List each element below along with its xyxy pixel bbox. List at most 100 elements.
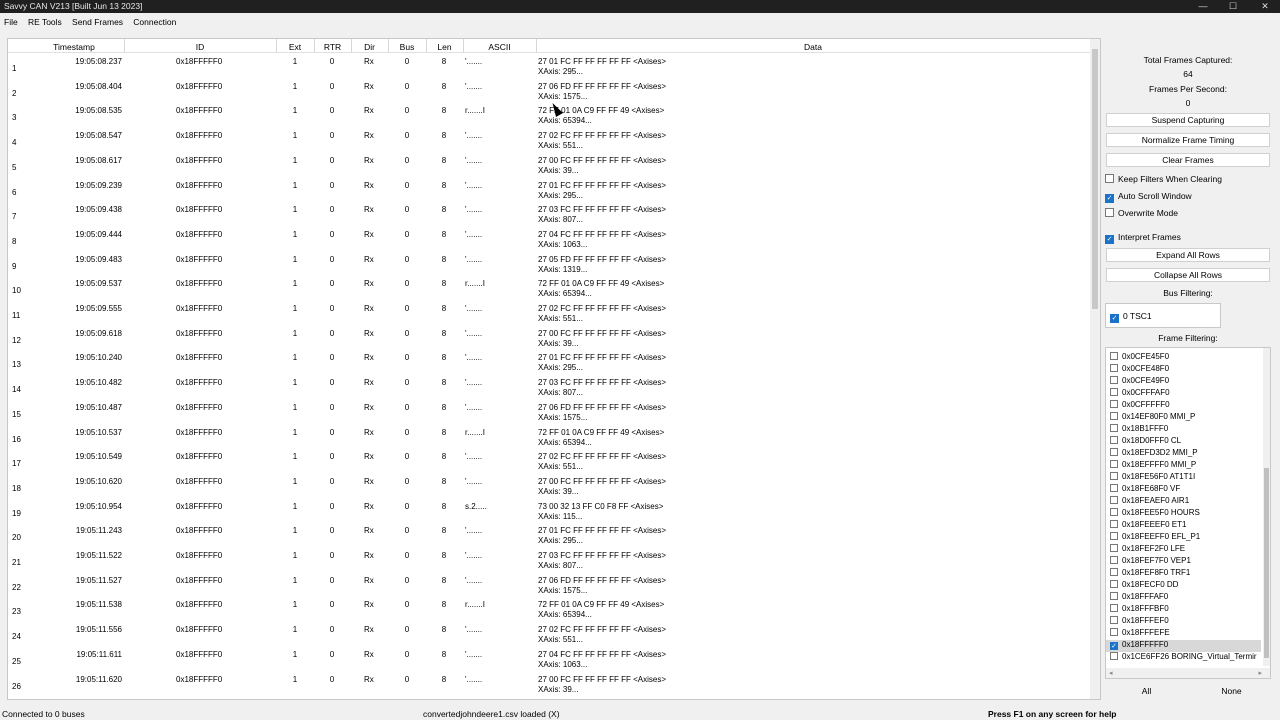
overwrite-mode-checkbox[interactable]: Overwrite Mode	[1105, 208, 1178, 218]
table-row[interactable]: 12 19:05:09.618 0x18FFFFF0 1 0 Rx 0 8 '....... 27…	[8, 325, 1090, 350]
table-row[interactable]: 18 19:05:10.620 0x18FFFFF0 1 0 Rx 0 8 '....... 27…	[8, 473, 1090, 498]
frame-filter-item[interactable]: 0x18FFFEF0	[1110, 616, 1260, 628]
col-timestamp[interactable]: Timestamp	[24, 42, 124, 52]
checkbox-box[interactable]	[1110, 628, 1118, 636]
table-row[interactable]: 19:05:12.242 0x18FFFFF0 1 0 Rx 0 8 '....... 27 0…	[8, 695, 1090, 699]
frame-filter-item[interactable]: 0x0CFE45F0	[1110, 352, 1260, 364]
col-ext[interactable]: Ext	[276, 42, 314, 52]
table-row[interactable]: 20 19:05:11.243 0x18FFFFF0 1 0 Rx 0 8 '....... 27…	[8, 522, 1090, 547]
col-len[interactable]: Len	[426, 42, 463, 52]
frame-filter-item[interactable]: 0x18EFD3D2 MMI_P	[1110, 448, 1260, 460]
frame-filter-item[interactable]: 0x14EF80F0 MMI_P	[1110, 412, 1260, 424]
table-row[interactable]: 2 19:05:08.404 0x18FFFFF0 1 0 Rx 0 8 '....... 27 …	[8, 78, 1090, 103]
table-row[interactable]: 24 19:05:11.556 0x18FFFFF0 1 0 Rx 0 8 '....... 27…	[8, 621, 1090, 646]
table-row[interactable]: 7 19:05:09.438 0x18FFFFF0 1 0 Rx 0 8 '....... 27 …	[8, 201, 1090, 226]
checkbox-box[interactable]	[1105, 208, 1114, 217]
frame-filter-item[interactable]: 0x18FEF2F0 LFE	[1110, 544, 1260, 556]
checkbox-box[interactable]: ✓	[1105, 235, 1114, 244]
frame-filter-item[interactable]: 0x0CFFFFF0	[1110, 400, 1260, 412]
col-rtr[interactable]: RTR	[314, 42, 351, 52]
menu-re-tools[interactable]: RE Tools	[24, 14, 66, 27]
checkbox-box[interactable]	[1110, 508, 1118, 516]
table-row[interactable]: 16 19:05:10.537 0x18FFFFF0 1 0 Rx 0 8 r.......I 7…	[8, 424, 1090, 449]
keep-filters-checkbox[interactable]: Keep Filters When Clearing	[1105, 174, 1222, 184]
checkbox-box[interactable]	[1110, 400, 1118, 408]
checkbox-box[interactable]	[1110, 376, 1118, 384]
menu-file[interactable]: File	[0, 14, 22, 27]
checkbox-box[interactable]	[1110, 604, 1118, 612]
table-row[interactable]: 21 19:05:11.522 0x18FFFFF0 1 0 Rx 0 8 '....... 27…	[8, 547, 1090, 572]
menu-send-frames[interactable]: Send Frames	[68, 14, 127, 27]
table-row[interactable]: 22 19:05:11.527 0x18FFFFF0 1 0 Rx 0 8 '....... 27…	[8, 572, 1090, 597]
table-row[interactable]: 23 19:05:11.538 0x18FFFFF0 1 0 Rx 0 8 r.......I 7…	[8, 596, 1090, 621]
checkbox-box[interactable]	[1110, 592, 1118, 600]
checkbox-box[interactable]	[1110, 352, 1118, 360]
frame-filter-item[interactable]: 0x18D0FFF0 CL	[1110, 436, 1260, 448]
close-button[interactable]: ✕	[1250, 0, 1280, 13]
frames-table[interactable]: Timestamp ID Ext RTR Dir Bus Len ASCII D…	[7, 38, 1101, 700]
checkbox-box[interactable]	[1110, 424, 1118, 432]
filter-all-button[interactable]: All	[1104, 686, 1189, 696]
frame-filter-item[interactable]: 0x18FFFBF0	[1110, 604, 1260, 616]
frame-filter-vertical-scrollbar[interactable]	[1263, 348, 1270, 666]
frame-filter-list[interactable]: ◂ ▸ 0x0CFE45F0 0x0CFE48F0 0x0CFE49F0 0x0CFF…	[1105, 347, 1271, 679]
checkbox-box[interactable]	[1110, 580, 1118, 588]
col-ascii[interactable]: ASCII	[463, 42, 536, 52]
checkbox-box[interactable]	[1110, 484, 1118, 492]
col-id[interactable]: ID	[124, 42, 276, 52]
table-row[interactable]: 10 19:05:09.537 0x18FFFFF0 1 0 Rx 0 8 r.......I 7…	[8, 275, 1090, 300]
frame-filter-item[interactable]: 0x18B1FFF0	[1110, 424, 1260, 436]
table-row[interactable]: 9 19:05:09.483 0x18FFFFF0 1 0 Rx 0 8 '....... 27 …	[8, 251, 1090, 276]
table-row[interactable]: 8 19:05:09.444 0x18FFFFF0 1 0 Rx 0 8 '....... 27 …	[8, 226, 1090, 251]
minimize-button[interactable]: —	[1188, 0, 1218, 13]
scrollbar-thumb[interactable]	[1092, 49, 1098, 309]
frame-filter-item[interactable]: 0x18FFFAF0	[1110, 592, 1260, 604]
maximize-button[interactable]: ☐	[1218, 0, 1248, 13]
table-row[interactable]: 19 19:05:10.954 0x18FFFFF0 1 0 Rx 0 8 s.2..... 73…	[8, 498, 1090, 523]
checkbox-box[interactable]	[1110, 364, 1118, 372]
checkbox-box[interactable]	[1110, 448, 1118, 456]
checkbox-box[interactable]: ✓	[1105, 194, 1114, 203]
checkbox-box[interactable]	[1110, 472, 1118, 480]
frame-filter-item[interactable]: 0x18FEEEF0 ET1	[1110, 520, 1260, 532]
auto-scroll-checkbox[interactable]: ✓ Auto Scroll Window	[1105, 191, 1192, 203]
frame-filter-horizontal-scrollbar[interactable]: ◂ ▸	[1106, 668, 1270, 678]
checkbox-box[interactable]	[1110, 460, 1118, 468]
checkbox-box[interactable]	[1105, 174, 1114, 183]
table-row[interactable]: 5 19:05:08.617 0x18FFFFF0 1 0 Rx 0 8 '....... 27 …	[8, 152, 1090, 177]
frame-filter-item[interactable]: 0x18FEAEF0 AIR1	[1110, 496, 1260, 508]
expand-all-rows-button[interactable]: Expand All Rows	[1106, 248, 1270, 262]
frame-filter-item[interactable]: ✓ 0x18FFFFF0	[1106, 640, 1261, 652]
frame-filter-item[interactable]: 0x18FE68F0 VF	[1110, 484, 1260, 496]
checkbox-box[interactable]	[1110, 520, 1118, 528]
frame-filter-item[interactable]: 0x18EFFFF0 MMI_P	[1110, 460, 1260, 472]
checkbox-box[interactable]	[1110, 412, 1118, 420]
table-row[interactable]: 4 19:05:08.547 0x18FFFFF0 1 0 Rx 0 8 '....... 27 …	[8, 127, 1090, 152]
col-bus[interactable]: Bus	[388, 42, 426, 52]
checkbox-box[interactable]	[1110, 652, 1118, 660]
frame-filter-item[interactable]: 0x18FEE5F0 HOURS	[1110, 508, 1260, 520]
checkbox-box[interactable]	[1110, 568, 1118, 576]
checkbox-box[interactable]: ✓	[1110, 314, 1119, 323]
interpret-frames-checkbox[interactable]: ✓ Interpret Frames	[1105, 232, 1181, 244]
frame-filter-item[interactable]: 0x18FFFEFE	[1110, 628, 1260, 640]
table-row[interactable]: 13 19:05:10.240 0x18FFFFF0 1 0 Rx 0 8 '....... 27…	[8, 349, 1090, 374]
scrollbar-thumb[interactable]	[1264, 468, 1269, 658]
suspend-capturing-button[interactable]: Suspend Capturing	[1106, 113, 1270, 127]
frame-filter-item[interactable]: 0x0CFE48F0	[1110, 364, 1260, 376]
table-row[interactable]: 1 19:05:08.237 0x18FFFFF0 1 0 Rx 0 8 '....... 27 …	[8, 53, 1090, 78]
frame-filter-item[interactable]: 0x18FEEFF0 EFL_P1	[1110, 532, 1260, 544]
col-data[interactable]: Data	[536, 42, 1090, 52]
table-row[interactable]: 11 19:05:09.555 0x18FFFFF0 1 0 Rx 0 8 '....... 27…	[8, 300, 1090, 325]
scroll-left-icon[interactable]: ◂	[1109, 669, 1113, 677]
collapse-all-rows-button[interactable]: Collapse All Rows	[1106, 268, 1270, 282]
col-dir[interactable]: Dir	[351, 42, 388, 52]
checkbox-box[interactable]	[1110, 436, 1118, 444]
bus-filter-list[interactable]: ✓ 0 TSC1	[1105, 303, 1221, 328]
checkbox-box[interactable]	[1110, 532, 1118, 540]
table-row[interactable]: 26 19:05:11.620 0x18FFFFF0 1 0 Rx 0 8 '....... 27…	[8, 671, 1090, 696]
table-row[interactable]: 17 19:05:10.549 0x18FFFFF0 1 0 Rx 0 8 '....... 27…	[8, 448, 1090, 473]
table-row[interactable]: 6 19:05:09.239 0x18FFFFF0 1 0 Rx 0 8 '....... 27 …	[8, 177, 1090, 202]
filter-none-button[interactable]: None	[1189, 686, 1274, 696]
checkbox-box[interactable]	[1110, 496, 1118, 504]
